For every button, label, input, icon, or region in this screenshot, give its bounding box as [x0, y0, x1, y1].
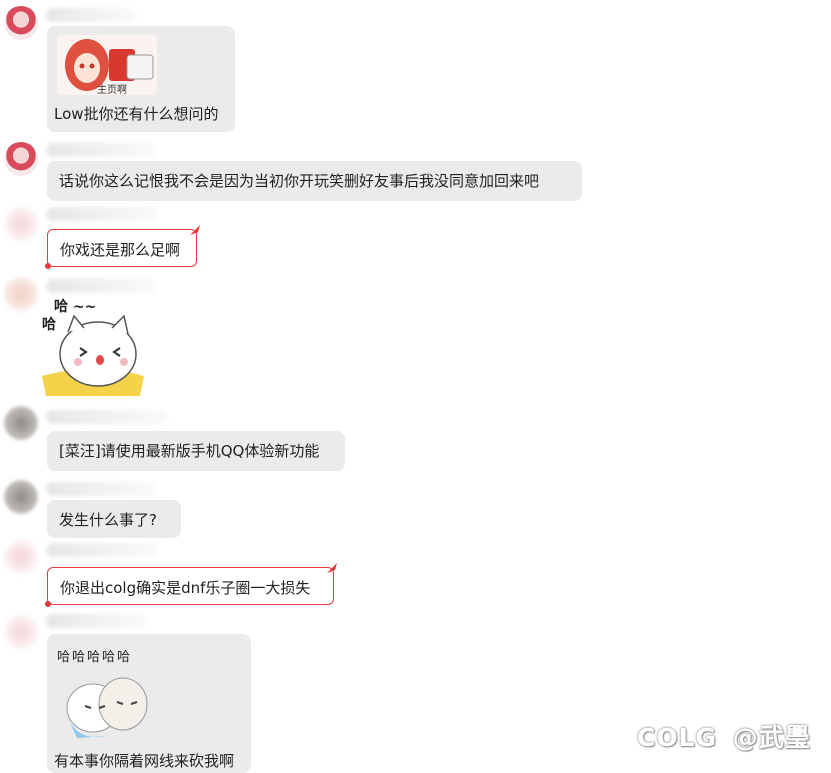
sender-name-blurred: [46, 410, 168, 424]
message-text: 话说你这么记恨我不会是因为当初你开玩笑删好友事后我没同意加回来吧: [59, 172, 540, 190]
vip-message-bubble[interactable]: 你退出colg确实是dnf乐子圈一大损失: [45, 563, 337, 607]
sender-avatar[interactable]: [4, 480, 38, 514]
sender-name-blurred: [46, 614, 146, 628]
message-bubble[interactable]: [菜汪]请使用最新版手机QQ体验新功能: [47, 431, 345, 471]
sender-avatar[interactable]: [4, 6, 38, 40]
sender-name-blurred: [46, 207, 158, 221]
sender-avatar[interactable]: [4, 540, 38, 574]
message-text: 你退出colg确实是dnf乐子圈一大损失: [60, 579, 311, 597]
bubble-ornament-icon: [45, 263, 51, 269]
sticker-text: 哈哈哈哈哈: [57, 650, 133, 665]
sender-avatar[interactable]: [4, 615, 38, 649]
watermark-handle: @武璺: [732, 723, 811, 752]
bubble-ornament-icon: [190, 225, 200, 235]
message-text: 发生什么事了?: [59, 511, 157, 529]
sticker-caption: 主页啊: [97, 85, 127, 95]
sender-name-blurred: [46, 482, 156, 496]
sticker-image[interactable]: 哈 ~~ 哈: [40, 296, 148, 396]
sender-avatar[interactable]: [4, 277, 38, 311]
sticker-image[interactable]: 哈哈哈哈哈: [57, 646, 157, 742]
message-bubble[interactable]: 话说你这么记恨我不会是因为当初你开玩笑删好友事后我没同意加回来吧: [47, 161, 582, 201]
sender-name-blurred: [46, 143, 156, 157]
vip-message-bubble[interactable]: 你戏还是那么足啊: [45, 225, 200, 269]
watermark: COLG @武璺: [637, 718, 811, 754]
sender-name-blurred: [46, 279, 156, 293]
sticker-text: 哈: [42, 317, 56, 333]
message-text: 你戏还是那么足啊: [60, 241, 181, 259]
sticker-text: 哈 ~~: [54, 299, 97, 315]
message-text: [菜汪]请使用最新版手机QQ体验新功能: [59, 442, 320, 460]
message-bubble[interactable]: 发生什么事了?: [47, 500, 181, 538]
watermark-logo: COLG: [637, 723, 718, 752]
sender-avatar[interactable]: [4, 142, 38, 176]
sender-name-blurred: [46, 8, 136, 22]
sender-avatar[interactable]: [4, 406, 38, 440]
message-bubble[interactable]: 主页啊 Low批你还有什么想问的: [47, 26, 235, 132]
bubble-ornament-icon: [327, 563, 337, 573]
sender-name-blurred: [46, 543, 158, 557]
message-text: Low批你还有什么想问的: [54, 105, 219, 123]
message-text: 有本事你隔着网线来砍我啊: [54, 752, 235, 770]
message-bubble[interactable]: 哈哈哈哈哈 有本事你隔着网线来砍我啊: [47, 634, 251, 773]
sender-avatar[interactable]: [4, 207, 38, 241]
sticker-image[interactable]: 主页啊: [57, 35, 157, 95]
bubble-ornament-icon: [45, 601, 51, 607]
